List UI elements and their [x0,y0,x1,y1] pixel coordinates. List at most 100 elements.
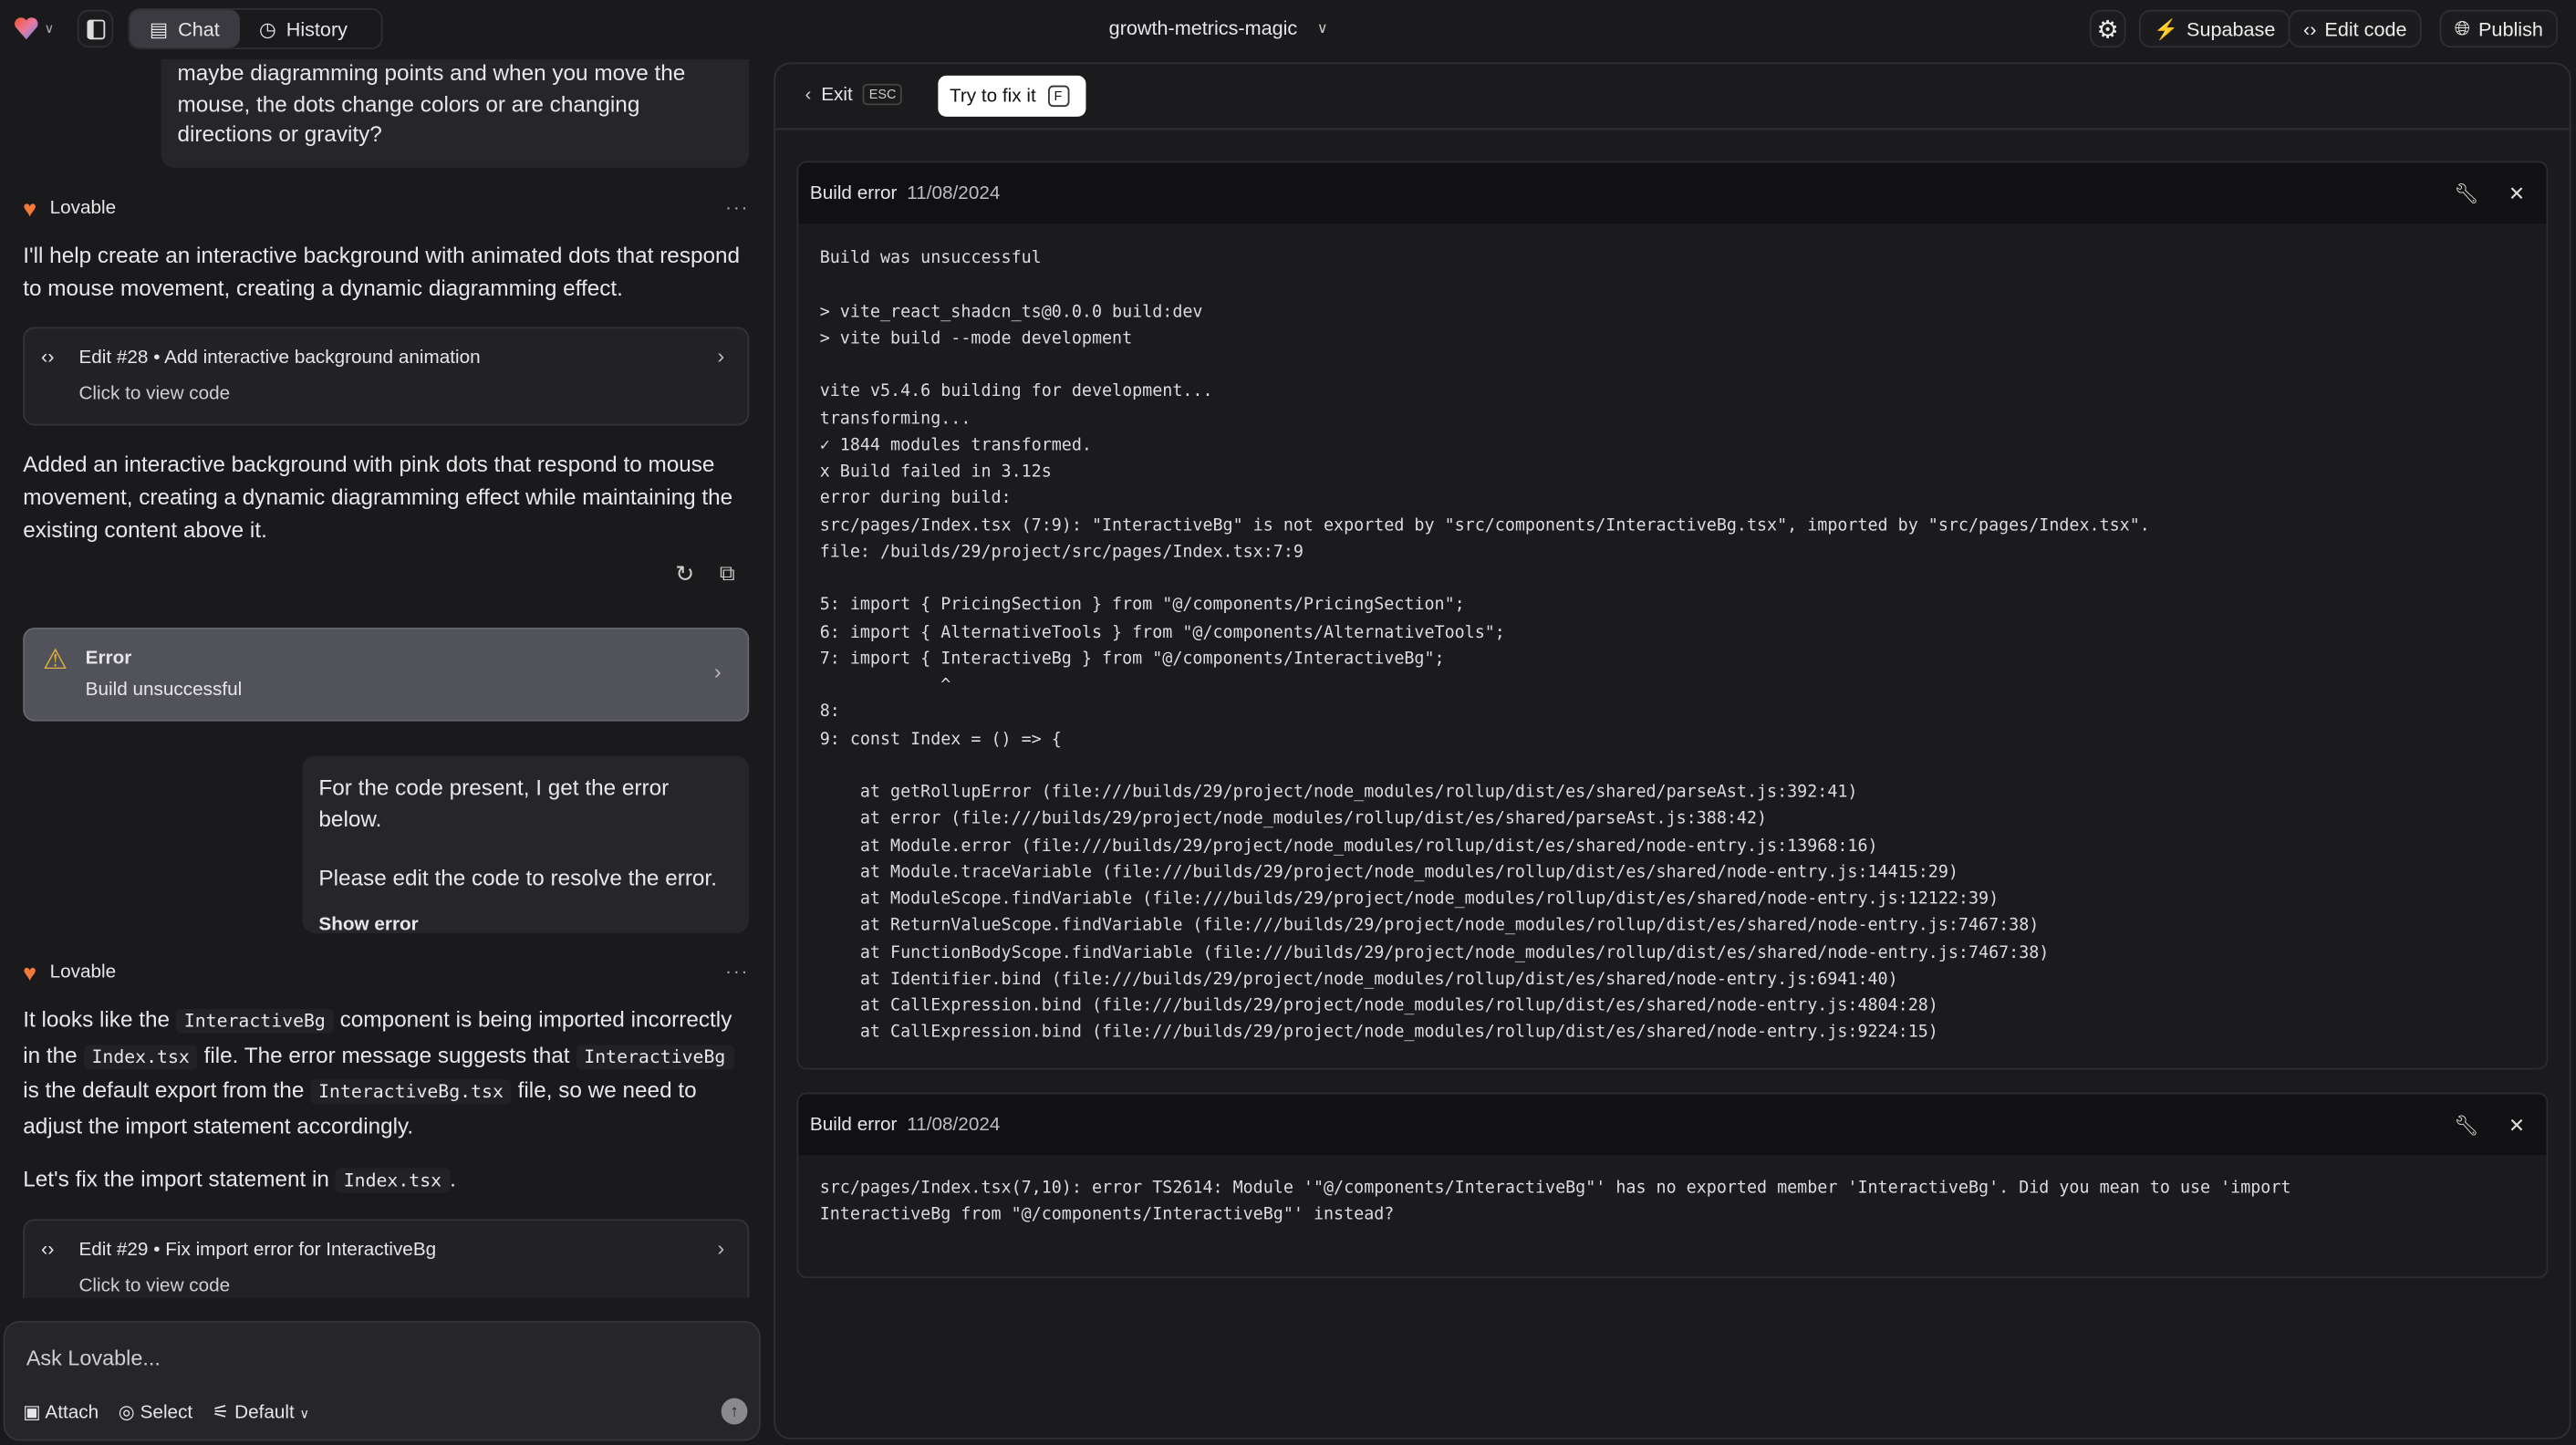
user-message-line: For the code present, I get the error be… [318,775,670,831]
edit-subtitle: Click to view code [78,384,231,405]
assistant-header: ♥ Lovable ··· [23,960,749,986]
mode-dropdown[interactable]: ⚟ Default ∨ [213,1399,310,1423]
assistant-message-text: It looks like the InteractiveBg componen… [23,1003,753,1143]
esc-key-hint: ESC [862,83,903,106]
more-options-icon[interactable]: ··· [725,199,749,219]
edit-code-label: Edit code [2324,16,2407,41]
log-line: at Module.traceVariable (file:///builds/… [819,863,1958,882]
error-card[interactable]: ⚠ Error Build unsuccessful › [23,627,750,722]
error-card-title: Build error [809,182,898,203]
chevron-left-icon: ‹ [805,84,812,105]
text: is the default export from the [23,1077,311,1103]
user-message: For the code present, I get the error be… [302,755,750,934]
image-attach-icon: ▣ [23,1403,41,1423]
chat-input[interactable]: Ask Lovable... [26,1346,161,1370]
error-card-date: 11/08/2024 [907,1114,1001,1135]
code-icon: ‹› [41,1237,55,1261]
log-line: x Build failed in 3.12s [819,463,1052,482]
error-subtitle: Build unsuccessful [85,680,243,701]
tab-chat[interactable]: ▤ Chat [130,9,240,48]
text: It looks like the [23,1007,176,1033]
log-line: 6: import { AlternativeTools } from "@/c… [819,623,1505,642]
chevron-down-icon: ∨ [299,1406,310,1421]
gear-icon: ⚙ [2096,16,2119,44]
try-to-fix-button[interactable]: Try to fix it F [938,75,1086,117]
exit-button[interactable]: ‹ Exit ESC [805,83,903,106]
history-icon: ◷ [259,16,276,41]
tab-label: History [286,16,348,41]
project-selector[interactable]: growth-metrics-magic ∨ [1109,16,1328,39]
log-line: Build was unsuccessful [819,249,1042,268]
edit-subtitle: Click to view code [78,1276,231,1296]
lovable-heart-icon [15,17,38,40]
chevron-right-icon: › [717,343,725,369]
lovable-heart-icon: ♥ [23,195,37,223]
error-card-title: Build error [809,1114,898,1135]
log-line: at error (file:///builds/29/project/node… [819,810,1768,829]
warning-icon: ⚠ [42,643,68,676]
code-icon: ‹› [2303,16,2317,41]
wrench-icon[interactable]: 🔧︎ [2454,182,2478,204]
log-line: 5: import { PricingSection } from "@/com… [819,597,1465,616]
supabase-button[interactable]: ⚡ Supabase [2138,9,2290,48]
fix-key-hint: F [1047,85,1069,108]
tab-label: Chat [178,16,220,41]
edit-card-28[interactable]: ‹› Edit #28 • Add interactive background… [23,327,750,426]
user-message-text: maybe diagramming points and when you mo… [177,60,686,147]
publish-button[interactable]: 🌐︎ Publish [2439,9,2559,48]
wrench-icon[interactable]: 🔧︎ [2454,1113,2478,1136]
assistant-header: ♥ Lovable ··· [23,195,749,222]
log-line: at Module.error (file:///builds/29/proje… [819,837,1878,856]
supabase-bolt-icon: ⚡ [2154,16,2179,41]
error-panel: ‹ Exit ESC Try to fix it F Build error 1… [774,62,2571,1440]
chevron-down-icon: ∨ [1316,18,1328,36]
open-external-icon[interactable]: ⧉ [720,560,735,587]
project-name: growth-metrics-magic [1108,16,1298,40]
settings-button[interactable]: ⚙ [2089,9,2126,48]
log-line: at Identifier.bind (file:///builds/29/pr… [819,970,1898,989]
text: file. The error message suggests that [197,1042,576,1067]
attach-label: Attach [45,1403,99,1423]
log-line: ✓ 1844 modules transformed. [819,436,1092,455]
log-line: 8: [819,703,840,722]
publish-label: Publish [2478,16,2543,41]
lovable-menu[interactable]: ∨ [13,15,54,41]
target-icon: ◎ [118,1403,135,1423]
send-button[interactable]: ↑ [721,1398,748,1425]
log-line: InteractiveBg from "@/components/Interac… [819,1206,1395,1225]
chat-input-box: Ask Lovable... ▣ Attach ◎ Select ⚟ Defau… [3,1321,761,1441]
select-button[interactable]: ◎ Select [118,1399,192,1423]
inline-code: InteractiveBg [576,1044,734,1069]
assistant-summary-text: Added an interactive background with pin… [23,452,733,543]
build-log: src/pages/Index.tsx(7,10): error TS2614:… [798,1155,2546,1253]
mode-label: Default [234,1403,295,1423]
close-icon[interactable]: ✕ [2508,1113,2525,1136]
log-line: transforming... [819,410,971,429]
chevron-right-icon: › [713,659,722,684]
more-options-icon[interactable]: ··· [725,962,749,982]
inline-code: InteractiveBg [175,1008,334,1034]
arrow-up-icon: ↑ [730,1402,739,1420]
edit-code-button[interactable]: ‹› Edit code [2288,9,2422,48]
text: . [450,1166,456,1191]
show-error-link[interactable]: Show error [318,910,732,940]
build-error-header: Build error 11/08/2024 🔧︎ ✕ [798,1094,2547,1156]
input-toolbar: ▣ Attach ◎ Select ⚟ Default ∨ [23,1399,310,1423]
log-line: at ModuleScope.findVariable (file:///bui… [819,890,2000,909]
fix-label: Try to fix it [949,86,1036,107]
inline-code: Index.tsx [83,1044,198,1069]
divider [775,128,2570,130]
exit-label: Exit [821,84,853,105]
close-icon[interactable]: ✕ [2508,182,2525,204]
restore-icon[interactable]: ↻ [675,560,694,588]
tab-history[interactable]: ◷ History [239,10,367,47]
build-error-header: Build error 11/08/2024 🔧︎ ✕ [798,162,2547,224]
build-error-card: Build error 11/08/2024 🔧︎ ✕ src/pages/Ind… [796,1092,2549,1279]
chevron-down-icon: ∨ [44,20,55,36]
sidebar-toggle-button[interactable] [77,9,114,48]
log-line: file: /builds/29/project/src/pages/Index… [819,543,1304,562]
attach-button[interactable]: ▣ Attach [23,1399,99,1423]
